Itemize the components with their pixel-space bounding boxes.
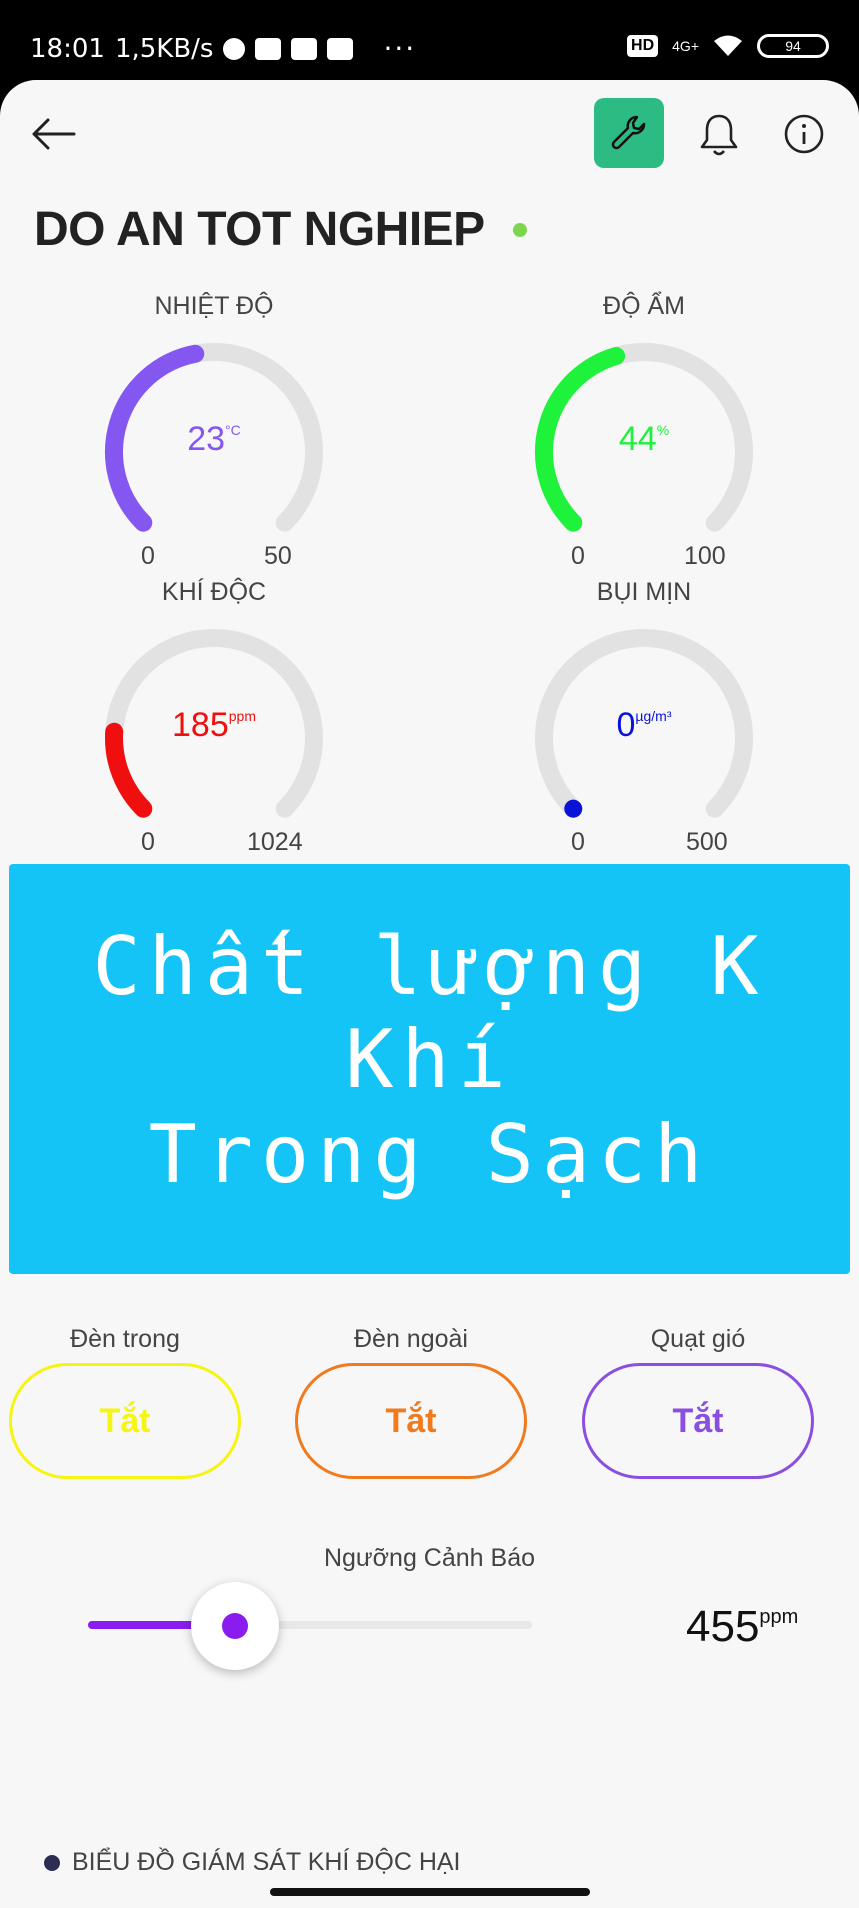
gauge-label: BỤI MỊN (596, 578, 692, 606)
control-fan: Quạt gió Tắt (582, 1325, 814, 1479)
chart-section-title: BIỂU ĐỒ GIÁM SÁT KHÍ ĐỘC HẠI (72, 1848, 461, 1876)
gauge-toxic-gas: KHÍ ĐỘC 185ppm 0 1024 (84, 578, 344, 878)
gauge-unit: µg/m³ (635, 708, 672, 724)
gauge-unit: % (656, 422, 670, 438)
home-indicator[interactable] (270, 1888, 590, 1896)
threshold-label: Ngưỡng Cảnh Báo (323, 1544, 536, 1572)
online-status-dot (512, 222, 527, 237)
gauge-value: 23°C (84, 420, 344, 459)
info-button[interactable] (783, 113, 825, 155)
control-indoor-light: Đèn trong Tắt (9, 1325, 241, 1479)
settings-button[interactable] (594, 98, 664, 168)
status-left: 18:01 1,5KB/s ··· (30, 32, 416, 65)
status-right: HD 4G+ 94 (627, 34, 829, 58)
gauge-value: 185ppm (84, 706, 344, 745)
gauge-number: 44 (618, 420, 657, 458)
gauge-humidity: ĐỘ ẨM 44% 0 100 (514, 292, 774, 592)
gauge-label: KHÍ ĐỘC (161, 578, 267, 606)
messenger-icon (291, 37, 318, 60)
gauge-number: 185 (172, 706, 229, 744)
hd-badge: HD (627, 35, 659, 57)
gauge-unit: °C (225, 422, 241, 438)
air-quality-display: Chất lượng K Khí Trong Sạch (9, 864, 850, 1274)
indoor-light-toggle-button[interactable]: Tắt (9, 1363, 241, 1479)
youtube-icon (255, 37, 282, 60)
status-time: 18:01 (30, 33, 105, 64)
threshold-number: 455 (686, 1602, 760, 1651)
network-type: 4G+ (672, 38, 699, 54)
control-label: Quạt gió (650, 1325, 746, 1353)
network-speed: 1,5KB/s (114, 33, 214, 64)
threshold-slider-thumb[interactable] (190, 1582, 279, 1670)
slider-thumb-dot (221, 1613, 248, 1639)
page-title: DO AN TOT NGHIEP (34, 203, 485, 256)
gauge-max: 500 (686, 828, 728, 856)
threshold-unit: ppm (759, 1606, 799, 1628)
notification-icon (327, 37, 354, 60)
gauge-unit: ppm (228, 708, 256, 724)
display-line-1: Chất lượng K Khí (92, 920, 767, 1106)
gauge-fine-dust: BỤI MỊN 0µg/m³ 0 500 (514, 578, 774, 878)
display-line-2: Trong Sạch (148, 1108, 711, 1201)
gauge-min: 0 (571, 542, 585, 570)
gauge-max: 50 (264, 542, 292, 570)
back-arrow-icon (32, 118, 76, 150)
chart-bullet (44, 1854, 60, 1871)
battery-icon: 94 (757, 34, 829, 58)
gauge-number: 23 (187, 420, 226, 458)
control-label: Đèn trong (70, 1325, 180, 1353)
chart-section-header: BIỂU ĐỒ GIÁM SÁT KHÍ ĐỘC HẠI (44, 1848, 461, 1877)
alarm-icon (223, 37, 246, 60)
outdoor-light-toggle-button[interactable]: Tắt (295, 1363, 527, 1479)
toggle-state: Tắt (385, 1401, 437, 1440)
gauge-max: 1024 (247, 828, 303, 856)
gauge-number: 0 (616, 706, 636, 744)
bell-icon (700, 114, 738, 156)
gauge-min: 0 (571, 828, 585, 856)
wifi-icon (714, 35, 742, 56)
back-button[interactable] (30, 114, 80, 154)
notifications-button[interactable] (697, 110, 741, 158)
control-label: Đèn ngoài (354, 1325, 468, 1353)
gauge-min: 0 (141, 828, 155, 856)
gauge-label: NHIỆT ĐỘ (154, 292, 274, 320)
toggle-state: Tắt (99, 1401, 151, 1440)
threshold-value: 455ppm (686, 1602, 798, 1652)
gauge-max: 100 (684, 542, 726, 570)
fan-toggle-button[interactable]: Tắt (582, 1363, 814, 1479)
title-row: DO AN TOT NGHIEP (34, 202, 527, 257)
gauge-value: 44% (514, 420, 774, 459)
more-notifications-icon: ··· (383, 32, 417, 65)
top-bar (0, 80, 859, 190)
gauge-value: 0µg/m³ (514, 706, 774, 745)
gauge-min: 0 (141, 542, 155, 570)
gauge-temperature: NHIỆT ĐỘ 23°C 0 50 (84, 292, 344, 592)
wrench-icon (611, 115, 646, 150)
gauge-label: ĐỘ ẨM (603, 292, 685, 320)
app-screen: DO AN TOT NGHIEP NHIỆT ĐỘ 23°C 0 50 ĐỘ Ẩ… (0, 80, 859, 1908)
toggle-state: Tắt (672, 1401, 724, 1440)
threshold-slider-track[interactable] (88, 1621, 532, 1629)
info-icon (784, 114, 824, 154)
signal-icon: 4G+ (672, 39, 699, 53)
control-outdoor-light: Đèn ngoài Tắt (295, 1325, 527, 1479)
battery-level: 94 (785, 38, 801, 54)
